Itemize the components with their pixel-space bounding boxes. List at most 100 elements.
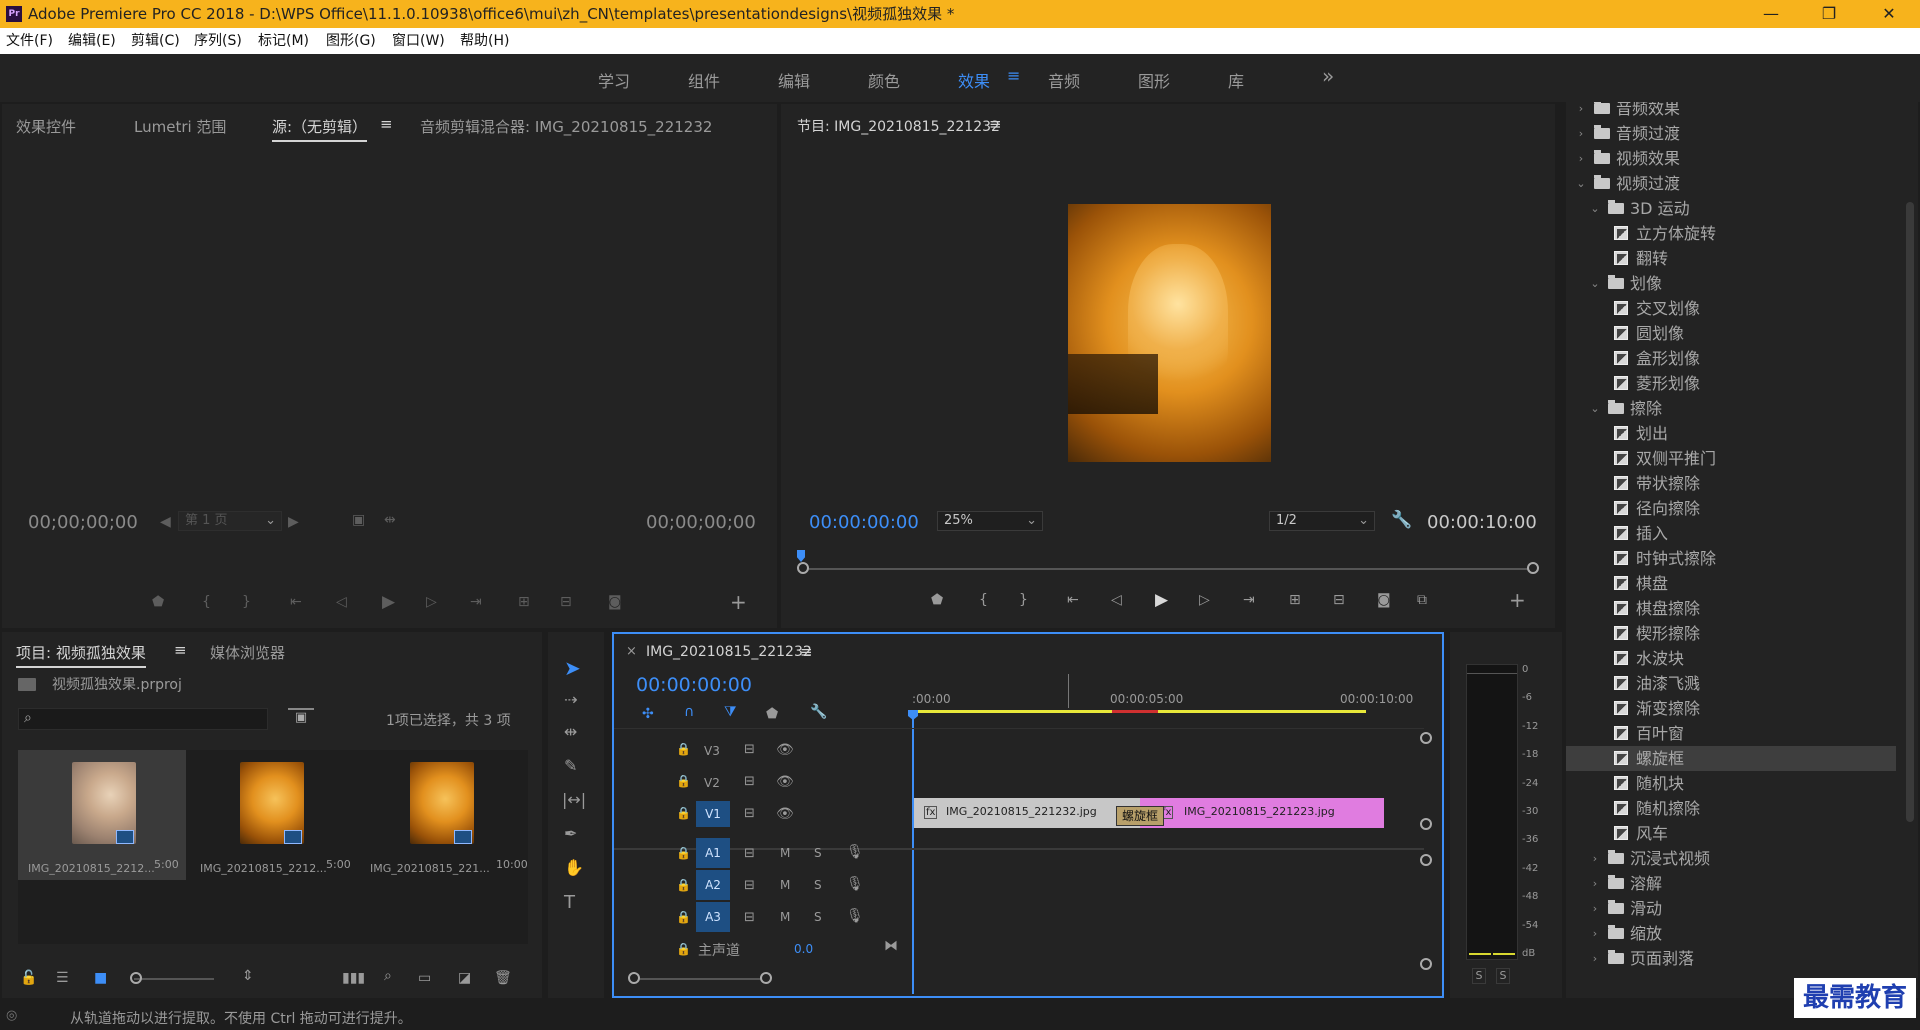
find-icon[interactable]: ⌕ xyxy=(384,968,392,984)
effects-tree-item[interactable]: 棋盘擦除 xyxy=(1566,596,1896,621)
program-add-marker-icon[interactable]: ⬟ xyxy=(931,592,943,608)
transition-spiral-box[interactable]: 螺旋框 xyxy=(1116,806,1164,826)
effects-tree-item[interactable]: 插入 xyxy=(1566,521,1896,546)
list-view-icon[interactable]: ☰ xyxy=(56,970,69,986)
automate-sequence-icon[interactable]: ▮▮▮ xyxy=(342,970,365,986)
go-to-in-icon[interactable]: ⇤ xyxy=(290,594,302,610)
meter-solo-right[interactable]: S xyxy=(1496,968,1510,984)
solo-button[interactable]: S xyxy=(814,910,822,924)
effects-tree-item[interactable]: 立方体旋转 xyxy=(1566,221,1896,246)
new-bin-from-search-icon[interactable]: ▣ xyxy=(288,708,314,730)
source-panel-menu-icon[interactable]: ≡ xyxy=(380,115,393,133)
zoom-slider-handle[interactable] xyxy=(130,972,142,984)
track-select-tool-icon[interactable]: ⇢ xyxy=(564,690,577,709)
track-label-a3[interactable]: A3 xyxy=(696,902,730,932)
tab-libraries[interactable]: 库 xyxy=(1228,68,1244,92)
effects-tree-item[interactable]: ⌄ 视频过渡 xyxy=(1566,171,1896,196)
timeline-menu-icon[interactable]: ≡ xyxy=(800,643,813,661)
chevron-right-icon[interactable]: › xyxy=(1574,146,1588,171)
effects-tree-item[interactable]: 划出 xyxy=(1566,421,1896,446)
clip-1[interactable]: fx IMG_20210815_221232.jpg xyxy=(914,798,1140,828)
effects-tree-item[interactable]: › 页面剥落 xyxy=(1566,946,1896,971)
minimize-button[interactable]: — xyxy=(1746,0,1796,28)
timeline-playhead[interactable] xyxy=(912,710,914,994)
effects-tree-item[interactable]: › 视频效果 xyxy=(1566,146,1896,171)
effects-tree-item[interactable]: 双侧平推门 xyxy=(1566,446,1896,471)
source-timecode-duration[interactable]: 00;00;00;00 xyxy=(646,512,756,533)
wrench-icon[interactable]: 🔧 xyxy=(1391,510,1412,530)
chevron-down-icon[interactable]: ⌄ xyxy=(1588,271,1602,296)
tab-color[interactable]: 颜色 xyxy=(868,68,900,92)
eye-icon[interactable]: 👁 xyxy=(776,742,794,758)
sync-lock-icon[interactable]: ⊟ xyxy=(744,806,755,821)
sync-lock-icon[interactable]: ⊟ xyxy=(744,878,755,893)
menu-file[interactable]: 文件(F) xyxy=(6,28,53,54)
linked-selection-icon[interactable]: ⧩ xyxy=(724,704,737,720)
effects-tree-item[interactable]: 圆划像 xyxy=(1566,321,1896,346)
program-timecode-current[interactable]: 00:00:00:00 xyxy=(809,512,919,533)
next-page-icon[interactable]: ▶ xyxy=(288,514,299,530)
razor-tool-icon[interactable]: ✎ xyxy=(564,756,577,775)
tab-audio-clip-mixer[interactable]: 音频剪辑混合器: IMG_20210815_221232 xyxy=(420,116,712,137)
timeline-settings-icon[interactable]: 🔧 xyxy=(810,704,827,720)
lift-icon[interactable]: ⊞ xyxy=(1289,592,1301,608)
new-bin-icon[interactable]: ▭ xyxy=(418,970,431,986)
effects-tree-item[interactable]: 菱形划像 xyxy=(1566,371,1896,396)
mute-button[interactable]: M xyxy=(780,910,790,924)
track-lock-icon[interactable]: 🔒 xyxy=(676,846,691,860)
add-marker-icon[interactable]: ⬟ xyxy=(152,594,164,610)
effects-scrollbar[interactable] xyxy=(1906,202,1914,822)
nest-toggle-icon[interactable]: ✣ xyxy=(642,706,654,722)
effects-tree-item[interactable]: 风车 xyxy=(1566,821,1896,846)
master-volume-value[interactable]: 0.0 xyxy=(794,942,813,956)
tab-audio[interactable]: 音频 xyxy=(1048,68,1080,92)
solo-button[interactable]: S xyxy=(814,846,822,860)
track-lock-icon[interactable]: 🔒 xyxy=(676,878,691,892)
zoom-slider[interactable] xyxy=(134,978,214,980)
h-scroll-right-handle[interactable] xyxy=(760,972,772,984)
clip-2[interactable]: fx IMG_20210815_221223.jpg xyxy=(1140,798,1384,828)
track-lock-icon[interactable]: 🔒 xyxy=(676,806,691,820)
program-step-back-icon[interactable]: ◁ xyxy=(1111,592,1122,608)
v-scroll-audio-bottom[interactable] xyxy=(1420,958,1432,970)
timeline-close-icon[interactable]: × xyxy=(626,644,637,659)
timeline-add-marker-icon[interactable]: ⬟ xyxy=(766,706,778,722)
effects-tree-item[interactable]: 交叉划像 xyxy=(1566,296,1896,321)
program-camera-icon[interactable]: ◙ xyxy=(1377,592,1391,608)
effects-tree-item[interactable]: 径向擦除 xyxy=(1566,496,1896,521)
compare-view-icon[interactable]: ⧉ xyxy=(1417,592,1427,608)
sync-lock-icon[interactable]: ⊟ xyxy=(744,910,755,925)
program-go-to-in-icon[interactable]: ⇤ xyxy=(1067,592,1079,608)
effects-tree-item[interactable]: › 音频效果 xyxy=(1566,102,1896,121)
track-lock-icon[interactable]: 🔒 xyxy=(676,942,691,956)
step-back-icon[interactable]: ◁ xyxy=(336,594,347,610)
step-forward-icon[interactable]: ▷ xyxy=(426,594,437,610)
effects-tree-item[interactable]: 螺旋框 xyxy=(1566,746,1896,771)
chevron-down-icon[interactable]: ⌄ xyxy=(1588,196,1602,221)
timeline-ruler[interactable]: :00:00 00:00:05:00 00:00:10:00 xyxy=(912,674,1432,718)
zoom-select[interactable]: 25% ⌄ xyxy=(937,511,1043,531)
track-label-v2[interactable]: V2 xyxy=(704,776,720,790)
effects-tree-item[interactable]: › 音频过渡 xyxy=(1566,121,1896,146)
timeline-playhead-icon[interactable] xyxy=(908,710,918,720)
h-scroll-left-handle[interactable] xyxy=(628,972,640,984)
program-add-button-icon[interactable]: + xyxy=(1509,588,1526,612)
sort-icon[interactable]: ⇕ xyxy=(242,968,254,984)
program-play-icon[interactable]: ▶ xyxy=(1155,590,1168,610)
snap-icon[interactable]: ∩ xyxy=(684,704,694,720)
chevron-right-icon[interactable]: › xyxy=(1588,921,1602,946)
camera-icon[interactable]: ◙ xyxy=(608,594,622,610)
tab-assembly[interactable]: 组件 xyxy=(688,68,720,92)
slip-tool-icon[interactable]: |↔| xyxy=(562,790,586,809)
effects-tree-item[interactable]: 翻转 xyxy=(1566,246,1896,271)
track-lock-icon[interactable]: 🔒 xyxy=(676,774,691,788)
chevron-right-icon[interactable]: › xyxy=(1588,896,1602,921)
timeline-timecode[interactable]: 00:00:00:00 xyxy=(636,674,752,696)
playhead-icon[interactable] xyxy=(797,550,805,562)
effects-tree-item[interactable]: 渐变擦除 xyxy=(1566,696,1896,721)
tab-source[interactable]: 源:（无剪辑） xyxy=(272,116,368,142)
effects-tree-item[interactable]: › 溶解 xyxy=(1566,871,1896,896)
program-title[interactable]: 节目: IMG_20210815_221232 xyxy=(797,116,1000,136)
hand-tool-icon[interactable]: ✋ xyxy=(564,858,584,877)
chevron-right-icon[interactable]: › xyxy=(1588,871,1602,896)
